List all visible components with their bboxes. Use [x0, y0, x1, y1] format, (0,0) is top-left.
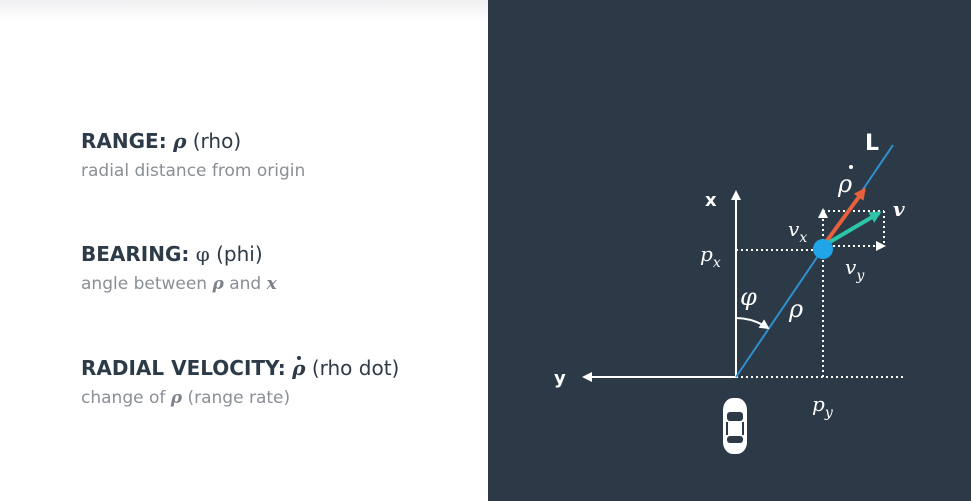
- v-label: v: [893, 197, 905, 221]
- py-label: py: [812, 392, 834, 421]
- object-point: [813, 239, 833, 259]
- range-symbol: ρ: [173, 129, 187, 153]
- bearing-symbol: φ: [195, 242, 210, 266]
- phi-angle-arc: [735, 317, 770, 330]
- range-label: RANGE:: [81, 129, 167, 153]
- radial-velocity-label: RADIAL VELOCITY:: [81, 356, 286, 380]
- rho-dot-dot: [849, 165, 853, 169]
- vx-label: vx: [788, 217, 807, 246]
- range-definition: RANGE: ρ (rho) radial distance from orig…: [81, 128, 305, 182]
- diagram-panel: x y L ρ ρ φ v vx vy px py: [488, 0, 971, 501]
- vy-label: vy: [845, 255, 865, 284]
- range-title: RANGE: ρ (rho): [81, 128, 305, 154]
- bearing-name: (phi): [216, 242, 263, 266]
- bearing-definition: BEARING: φ (phi) angle between ρ and x: [81, 241, 277, 295]
- bearing-desc-prefix: angle between: [81, 274, 208, 294]
- radial-velocity-symbol: ρ: [292, 356, 306, 380]
- range-name: (rho): [192, 129, 242, 153]
- axis-y-label: y: [554, 368, 566, 389]
- rho-dot-label: ρ: [837, 170, 852, 198]
- bearing-title: BEARING: φ (phi): [81, 241, 277, 267]
- bearing-label: BEARING:: [81, 242, 190, 266]
- radial-velocity-desc-rho: ρ: [170, 388, 183, 408]
- bearing-desc-and: and: [229, 274, 262, 294]
- phi-label: φ: [740, 283, 757, 311]
- definitions-panel: RANGE: ρ (rho) radial distance from orig…: [0, 0, 488, 501]
- bearing-desc-x: x: [266, 274, 277, 294]
- range-description: radial distance from origin: [81, 161, 306, 181]
- car-top-view-icon: [723, 398, 747, 454]
- radial-velocity-desc-prefix: change of: [81, 388, 166, 408]
- rho-label: ρ: [788, 295, 803, 323]
- bearing-desc-rho: ρ: [212, 274, 224, 294]
- radial-velocity-desc-suffix: (range rate): [187, 388, 291, 408]
- radial-velocity-description: change of ρ (range rate): [81, 387, 399, 409]
- bearing-description: angle between ρ and x: [81, 273, 277, 295]
- rho-dot-arrow: [821, 187, 866, 248]
- line-l-label: L: [865, 131, 879, 156]
- px-label: px: [700, 242, 721, 271]
- axis-x-label: x: [705, 190, 717, 211]
- coordinate-diagram: x y L ρ ρ φ v vx vy px py: [554, 131, 906, 454]
- radial-velocity-name: (rho dot): [311, 356, 400, 380]
- radial-velocity-title: RADIAL VELOCITY: ρ (rho dot): [81, 355, 399, 381]
- v-arrow: [821, 211, 882, 248]
- radial-velocity-definition: RADIAL VELOCITY: ρ (rho dot) change of ρ…: [81, 355, 399, 409]
- line-l: [735, 144, 894, 378]
